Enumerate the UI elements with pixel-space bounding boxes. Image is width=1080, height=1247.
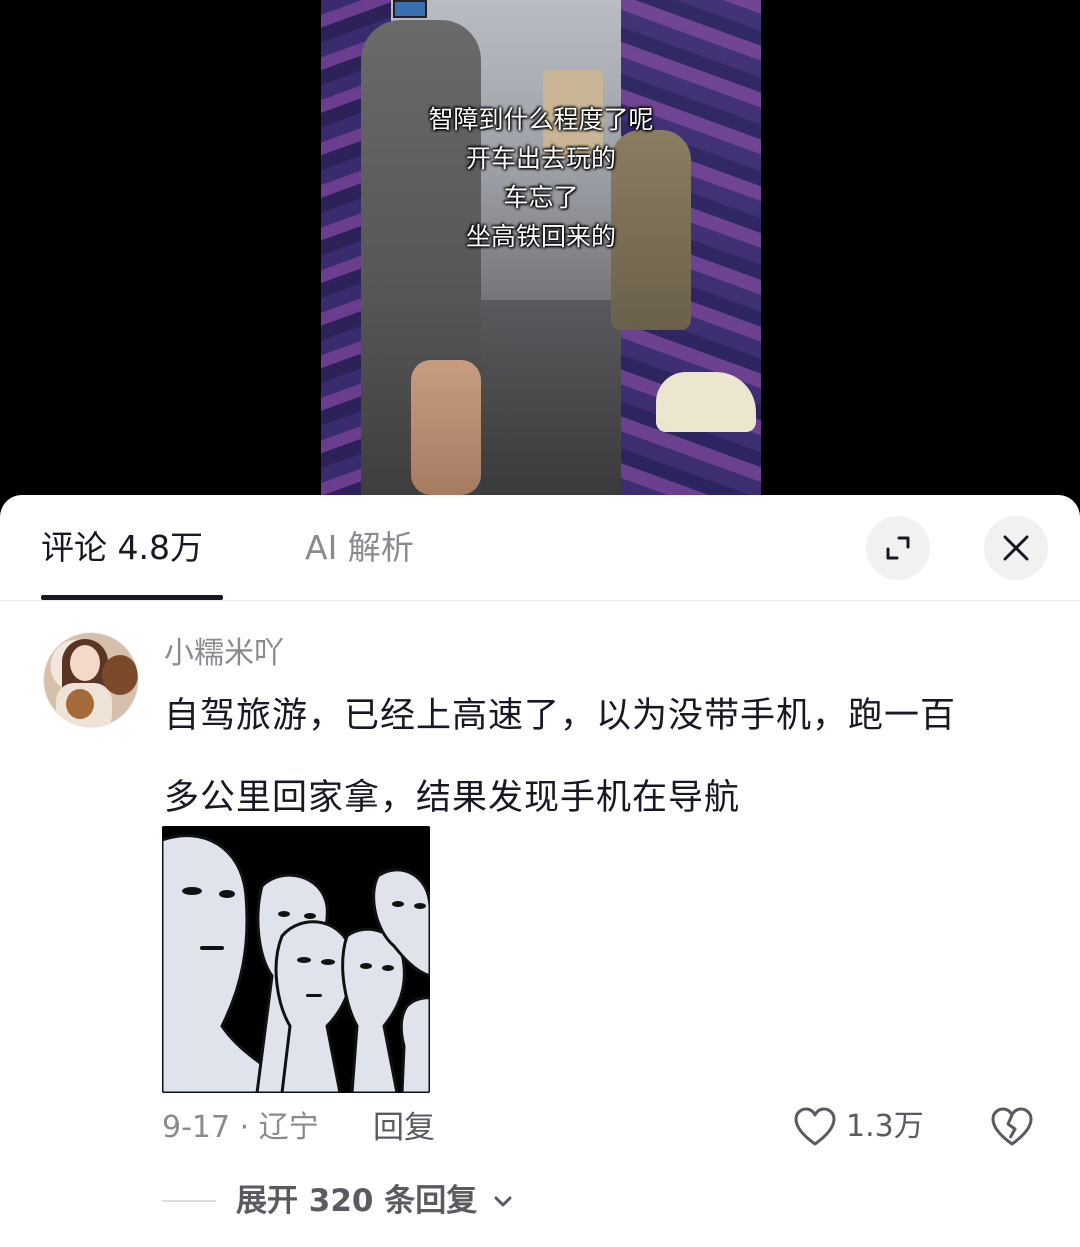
tab-comments[interactable]: 评论 4.8万 (41, 525, 203, 571)
video-player[interactable]: 智障到什么程度了呢 开车出去玩的 车忘了 坐高铁回来的 (0, 0, 1080, 495)
expand-button[interactable] (866, 516, 930, 580)
like-count: 1.3万 (846, 1109, 924, 1144)
caption-line: 车忘了 (503, 183, 579, 212)
avatar-teddy-bear (102, 655, 138, 695)
comment-text-line: 多公里回家拿，结果发现手机在导航 (164, 778, 741, 818)
meme-faces-image (162, 826, 430, 1093)
comment-text-line: 自驾旅游，已经上高速了，以为没带手机，跑一百 (164, 696, 957, 736)
reply-button[interactable]: 回复 (373, 1109, 435, 1147)
divider (162, 1200, 216, 1202)
broken-heart-icon[interactable] (990, 1106, 1034, 1148)
comment-username[interactable]: 小糯米吖 (164, 634, 284, 674)
video-scene-shoe (656, 372, 756, 432)
video-caption: 智障到什么程度了呢 开车出去玩的 车忘了 坐高铁回来的 (321, 100, 761, 256)
heart-icon (794, 1107, 836, 1146)
caption-line: 智障到什么程度了呢 (428, 105, 654, 134)
expand-replies-label[interactable]: 展开 320 条回复 (236, 1181, 477, 1221)
avatar[interactable] (43, 632, 139, 728)
close-icon (1003, 535, 1029, 561)
active-tab-indicator (41, 595, 223, 600)
video-scene-aisle (471, 300, 621, 495)
comment-sheet: 评论 4.8万 AI 解析 小糯米吖 自驾旅游，已经上高速了，以为没带手机，跑一… (0, 495, 1080, 1247)
video-frame[interactable]: 智障到什么程度了呢 开车出去玩的 车忘了 坐高铁回来的 (321, 0, 761, 495)
caption-line: 开车出去玩的 (465, 144, 616, 173)
chevron-down-icon (494, 1196, 512, 1207)
caption-line: 坐高铁回来的 (465, 222, 616, 251)
comment-image-sticker[interactable] (162, 826, 430, 1093)
video-scene-screen (393, 0, 427, 18)
expand-icon (886, 536, 910, 560)
avatar-face (70, 645, 100, 681)
comment-date-location: 9-17 · 辽宁 (162, 1110, 319, 1145)
comment-tabs: 评论 4.8万 AI 解析 (0, 495, 1080, 601)
avatar-teddy-bear (66, 689, 94, 719)
video-scene-arm (411, 360, 481, 495)
close-button[interactable] (984, 516, 1048, 580)
tab-ai-analysis[interactable]: AI 解析 (305, 525, 414, 571)
